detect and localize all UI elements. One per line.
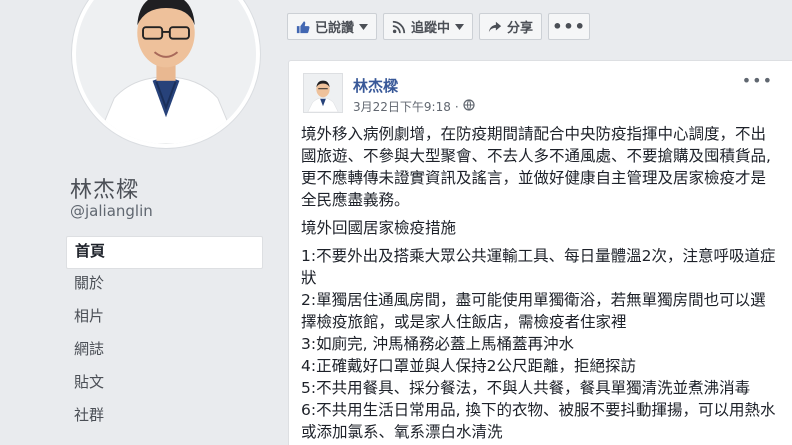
caret-down-icon: [455, 23, 465, 30]
share-button[interactable]: 分享: [479, 13, 543, 40]
measure-item: 3:如廁完, 沖馬桶務必蓋上馬桶蓋再沖水: [301, 335, 574, 353]
share-label: 分享: [507, 21, 534, 36]
liked-button[interactable]: 已說讚: [287, 13, 378, 40]
author-avatar-image: [304, 74, 342, 112]
nav-item-notes[interactable]: 網誌: [66, 335, 263, 368]
thumbs-up-icon: [296, 20, 310, 34]
nav-item-posts[interactable]: 貼文: [66, 368, 263, 401]
following-button[interactable]: 追蹤中: [383, 13, 474, 40]
rss-icon: [392, 20, 406, 34]
share-arrow-icon: [488, 20, 502, 34]
caret-down-icon: [359, 23, 369, 30]
nav-item-about[interactable]: 關於: [66, 269, 263, 302]
post-author[interactable]: 林杰樑: [353, 75, 398, 96]
post-section-title: 境外回國居家檢疫措施: [301, 219, 457, 237]
liked-label: 已說讚: [315, 21, 355, 36]
author-avatar[interactable]: [303, 73, 343, 113]
measure-item: 2:單獨居住通風房間，盡可能使用單獨衛浴，若無單獨房間也可以選擇檢疫旅館，或是家…: [301, 291, 766, 331]
post-intro: 境外移入病例劇增，在防疫期間請配合中央防疫指揮中心調度，不出國旅遊、不參與大型聚…: [301, 125, 771, 209]
left-column: 林杰樑 @jalianglin 首頁 關於 相片 網誌 貼文 社群: [0, 0, 272, 445]
globe-icon: [463, 99, 475, 114]
more-options-button[interactable]: •••: [548, 13, 591, 40]
post-body: 境外移入病例劇增，在防疫期間請配合中央防疫指揮中心調度，不出國旅遊、不參與大型聚…: [301, 123, 779, 443]
measure-item: 4:正確戴好口罩並與人保持2公尺距離，拒絕探訪: [301, 357, 636, 375]
measure-item: 1:不要外出及搭乘大眾公共運輸工具、每日量體溫2次，注意呼吸道症狀: [301, 247, 776, 287]
following-label: 追蹤中: [411, 21, 451, 36]
profile-photo-image: [76, 0, 256, 144]
post-timestamp[interactable]: 3月22日下午9:18: [353, 98, 451, 115]
measure-item: 5:不共用餐具、採分餐法，不與人共餐，餐具單獨清洗並煮沸消毒: [301, 379, 751, 397]
meta-separator: ·: [454, 99, 459, 114]
post-options-button[interactable]: •••: [742, 71, 773, 90]
nav-item-photos[interactable]: 相片: [66, 302, 263, 335]
page-handle[interactable]: @jalianglin: [70, 202, 153, 220]
page-name: 林杰樑: [70, 178, 140, 203]
page-nav: 首頁 關於 相片 網誌 貼文 社群: [66, 236, 263, 434]
post-card: 林杰樑 3月22日下午9:18 · ••• 境外移入病例劇增，在防疫期間請配合中…: [288, 60, 792, 445]
measure-item: 6:不共用生活日常用品, 換下的衣物、被服不要抖動揮揚，可以用熱水或添加氯系、氧…: [301, 401, 776, 441]
page-actions-toolbar: 已說讚 追蹤中 分享 •••: [287, 13, 591, 40]
profile-photo[interactable]: [72, 0, 260, 148]
nav-item-home[interactable]: 首頁: [66, 236, 263, 269]
nav-item-community[interactable]: 社群: [66, 401, 263, 434]
post-meta: 3月22日下午9:18 ·: [353, 98, 475, 115]
